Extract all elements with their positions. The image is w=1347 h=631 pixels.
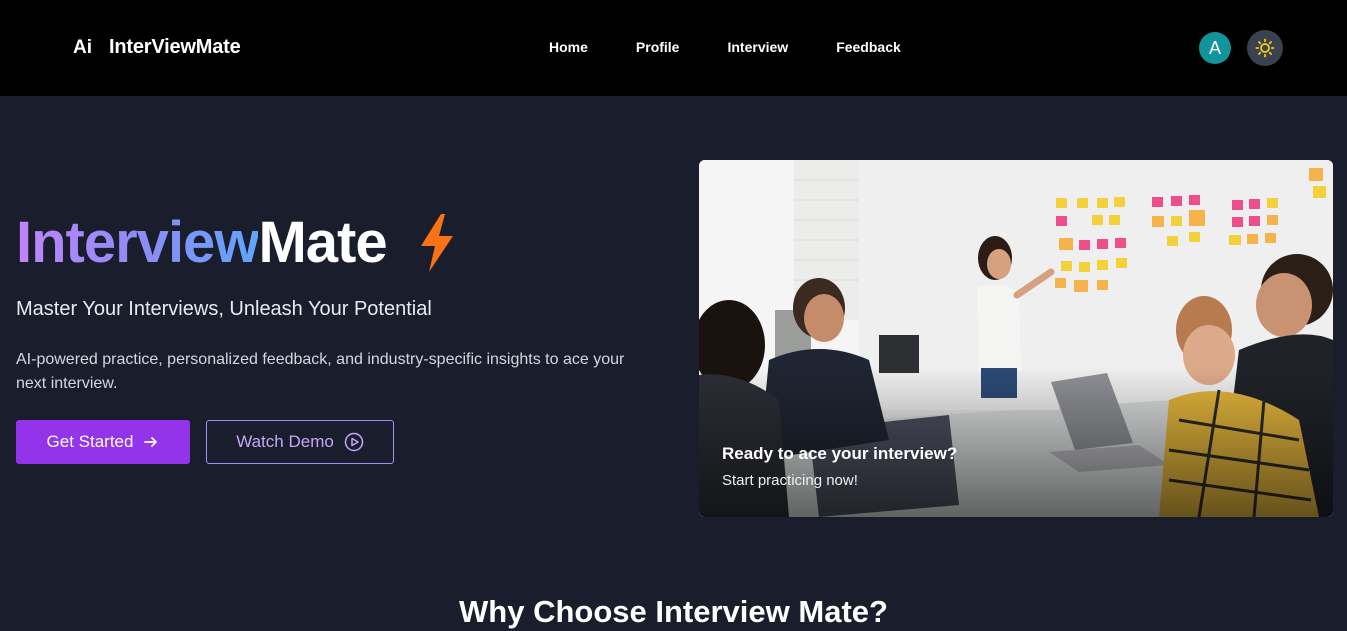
features-section-title: Why Choose Interview Mate? (459, 594, 888, 629)
hero-title: Interview Mate (16, 208, 455, 278)
hero-image-card: Ready to ace your interview? Start pract… (699, 160, 1333, 517)
user-avatar[interactable]: A (1199, 32, 1231, 64)
brand-mark: Ai (73, 36, 92, 58)
sun-icon (1255, 38, 1275, 58)
watch-demo-button[interactable]: Watch Demo (206, 420, 394, 464)
card-heading: Ready to ace your interview? (722, 444, 958, 463)
brand-name: InterViewMate (109, 36, 241, 58)
nav-feedback[interactable]: Feedback (836, 39, 901, 55)
top-navbar: Ai InterViewMate Home Profile Interview … (0, 0, 1347, 96)
get-started-button[interactable]: Get Started (16, 420, 190, 464)
theme-toggle-button[interactable] (1247, 30, 1283, 66)
hero-title-plain: Mate (258, 210, 387, 275)
card-gradient-overlay (699, 367, 1333, 517)
nav-interview[interactable]: Interview (727, 39, 788, 55)
watch-demo-label: Watch Demo (236, 432, 334, 451)
nav-home[interactable]: Home (549, 39, 588, 55)
arrow-right-icon (144, 437, 158, 447)
play-circle-icon (344, 432, 364, 452)
hero-title-gradient: Interview (16, 208, 259, 278)
main-nav: Home Profile Interview Feedback (549, 39, 949, 55)
card-subtext: Start practicing now! (722, 472, 858, 489)
hero-description: AI-powered practice, personalized feedba… (16, 351, 625, 392)
avatar-initial: A (1208, 37, 1221, 58)
get-started-label: Get Started (46, 432, 134, 451)
brand-logo[interactable]: Ai InterViewMate (73, 36, 241, 59)
nav-profile[interactable]: Profile (636, 39, 680, 55)
hero-subtitle: Master Your Interviews, Unleash Your Pot… (16, 298, 432, 320)
lightning-bolt-icon (420, 214, 453, 272)
